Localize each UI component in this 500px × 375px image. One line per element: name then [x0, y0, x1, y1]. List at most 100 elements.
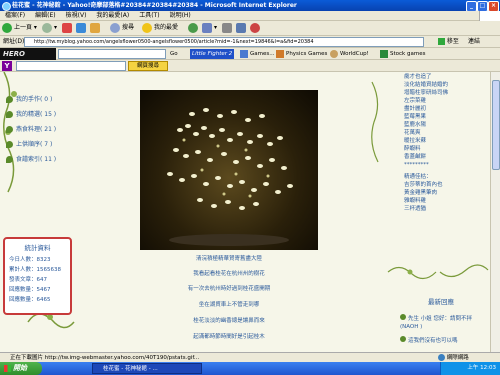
links-toolbar: HERO FIGHTER Go Little Fighter 2 Games..… — [0, 48, 500, 70]
edit-button[interactable] — [236, 22, 248, 34]
stat-row: 發表文章：647 — [9, 277, 47, 283]
mail-icon — [202, 22, 212, 33]
search-button[interactable]: 搜尋 — [110, 22, 134, 34]
back-arrow-icon — [2, 22, 12, 33]
recipe-link[interactable]: 增醋柱寧研絲司佛 — [404, 88, 448, 96]
recipe-link[interactable]: 藍莓黑果 — [404, 112, 426, 120]
menu-file[interactable]: 檔案(F) — [0, 11, 30, 21]
yahoo-toolbar: Y 網頁搜尋 — [0, 60, 500, 72]
category-item[interactable]: 上供順序( 7 ) — [6, 139, 52, 151]
recipe-link[interactable]: 香蓋鹹餅 — [404, 152, 426, 160]
links-label[interactable]: 連結 — [468, 37, 480, 47]
print-button[interactable] — [222, 22, 234, 34]
clover-icon — [6, 126, 13, 133]
recipe-link[interactable]: 花萬爽 — [404, 128, 421, 136]
worldcup-icon — [330, 49, 338, 58]
hero-fighter-logo: HERO FIGHTER — [0, 48, 56, 70]
recipe-link[interactable]: 歲才也追了 — [404, 72, 432, 80]
standard-toolbar: 上一頁 ▾ ▾ 搜尋 我的最愛 ▾ — [0, 21, 500, 36]
link-games[interactable]: Games... — [240, 49, 274, 59]
recipe-link[interactable]: 暖拉米蘇 — [404, 136, 426, 144]
scroll-thumb[interactable] — [492, 80, 500, 170]
go-arrow-icon — [438, 38, 445, 45]
windows-flag-icon — [4, 364, 11, 372]
recipe-link[interactable]: 三杯透猶 — [404, 204, 426, 212]
menu-tools[interactable]: 工具(T) — [134, 11, 164, 21]
latest-comments-title: 最新回應 — [428, 298, 454, 306]
recipe-link[interactable]: 淡化結婚資結婚的 — [404, 80, 448, 88]
stop-icon — [62, 22, 72, 33]
physics-games-icon — [276, 49, 284, 58]
clover-icon — [400, 336, 406, 342]
address-bar: 網址(D) http://tw.myblog.yahoo.com/angelsf… — [0, 36, 500, 48]
article-line: 桂花淡淡的幽香總是讓鼻而來 — [193, 318, 265, 324]
link-little-fighter[interactable]: Little Fighter 2 — [190, 49, 235, 59]
windows-logo — [479, 11, 500, 21]
globe-icon — [438, 354, 445, 361]
back-button[interactable]: 上一頁 ▾ — [2, 22, 37, 34]
print-icon — [222, 22, 232, 33]
favorites-button[interactable]: 我的最愛 — [142, 22, 178, 34]
category-item[interactable]: 燕食料理( 21 ) — [6, 124, 56, 136]
menu-edit[interactable]: 編輯(E) — [30, 11, 60, 21]
osmanthus-photo — [140, 90, 318, 250]
start-button[interactable]: 開始 — [0, 362, 42, 375]
recipe-link[interactable]: 吉莎蒂的首內也 — [404, 180, 443, 188]
menu-bar: 檔案(F) 編輯(E) 檢視(V) 我的最愛(A) 工具(T) 說明(H) — [0, 11, 500, 21]
clover-icon — [6, 96, 13, 103]
vertical-scrollbar[interactable] — [490, 72, 500, 352]
search-icon — [110, 22, 120, 33]
clover-icon — [400, 314, 406, 320]
article-line: 起滿都時節時間好是引起桂木 — [193, 334, 265, 340]
stat-row: 回應數量：6465 — [9, 297, 51, 303]
recipe-link[interactable]: 盡計麗初 — [404, 104, 426, 112]
go-button[interactable]: 移至 — [438, 37, 464, 47]
history-icon — [188, 22, 198, 33]
recipe-link[interactable]: 黃金雞黑筆肉 — [404, 188, 437, 196]
stats-box: 統計資料 今日人數：8323 累計人數：1565638 發表文章：647 回應數… — [3, 237, 72, 315]
history-button[interactable] — [188, 22, 200, 34]
window-title: 桂花蜜 - 花神秘館 - Yahoo!奇摩部落格#20384#20384#203… — [12, 2, 297, 9]
article-line: 有一次去杭州時好過到桂花盛開期 — [187, 286, 271, 292]
menu-favorites[interactable]: 我的最愛(A) — [91, 11, 134, 21]
menu-view[interactable]: 檢視(V) — [61, 11, 92, 21]
recipe-link[interactable]: 左宗菜雞 — [404, 96, 426, 104]
recipe-link[interactable]: 雅蝦料雞 — [404, 196, 426, 204]
stat-row: 回應數量：5467 — [9, 287, 51, 293]
yahoo-logo[interactable]: Y — [2, 61, 12, 71]
forward-button[interactable]: ▾ — [42, 22, 57, 34]
status-bar: 正在下載圖片 http://tw.img-webmaster.yahoo.com… — [0, 352, 500, 362]
messenger-button[interactable] — [250, 22, 262, 34]
address-input[interactable]: http://tw.myblog.yahoo.com/angelsflower0… — [24, 37, 424, 47]
refresh-icon — [76, 22, 86, 33]
address-label: 網址(D) — [3, 38, 25, 45]
clover-icon — [6, 111, 13, 118]
comment-link[interactable]: 這我們沒有也可以嗎 — [400, 336, 458, 344]
link-physics-games[interactable]: Physics Games — [276, 49, 327, 59]
home-button[interactable] — [90, 22, 102, 34]
recipe-link[interactable]: 藍鹿水陽 — [404, 120, 426, 128]
stop-button[interactable] — [62, 22, 74, 34]
page-content: 我的手作( 0 ) 我的精選( 15 ) 燕食料理( 21 ) 上供順序( 7 … — [0, 72, 490, 352]
refresh-button[interactable] — [76, 22, 88, 34]
close-button[interactable]: × — [488, 1, 499, 11]
star-icon — [142, 22, 152, 33]
edit-icon — [236, 22, 246, 33]
link-worldcup[interactable]: WorldCup! — [330, 49, 369, 59]
go-link[interactable]: Go — [170, 49, 178, 59]
minimize-button[interactable]: _ — [466, 1, 477, 11]
mail-button[interactable]: ▾ — [202, 22, 217, 34]
menu-help[interactable]: 說明(H) — [165, 11, 196, 21]
maximize-button[interactable]: □ — [477, 1, 488, 11]
messenger-icon — [250, 22, 260, 33]
category-item[interactable]: 我的手作( 0 ) — [6, 94, 52, 106]
recipe-link[interactable]: 醉蝦料 — [404, 144, 421, 152]
yahoo-search-input[interactable] — [16, 61, 126, 71]
web-search-button[interactable]: 網頁搜尋 — [128, 61, 168, 71]
hero-fighter-search-input[interactable] — [58, 49, 166, 59]
taskbar-ie-window[interactable]: 桂花蜜 - 花神秘館 - ... — [92, 363, 202, 374]
comment-link[interactable]: 先生 小姐 您好：請問不拌 (NAOH ) — [400, 314, 484, 331]
category-item[interactable]: 食譜索引( 11 ) — [6, 154, 56, 166]
category-item[interactable]: 我的精選( 15 ) — [6, 109, 56, 121]
link-stock-games[interactable]: Stock games — [380, 49, 425, 59]
